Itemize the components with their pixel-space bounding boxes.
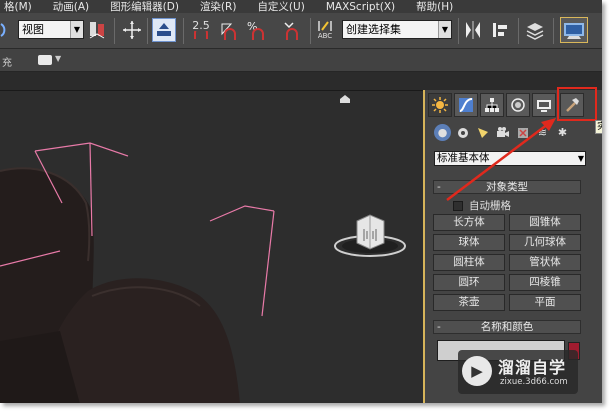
hierarchy-tab[interactable] xyxy=(480,93,504,117)
secondary-toolbar-label: 充 xyxy=(2,58,12,69)
collapse-icon: - xyxy=(437,321,441,333)
perspective-viewport[interactable] xyxy=(0,90,424,403)
snaps-toggle-icon[interactable]: 2.5 xyxy=(187,19,215,41)
secondary-toolbar: 充 ▼ xyxy=(0,49,602,72)
mirror-icon[interactable] xyxy=(462,19,484,41)
menu-bar: 格(M) 动画(A) 图形编辑器(D) 渲染(R) 自定义(U) MAXScri… xyxy=(0,0,602,13)
chevron-down-icon: ▼ xyxy=(438,21,451,38)
chevron-down-icon[interactable]: ▼ xyxy=(55,54,61,63)
menu-rendering[interactable]: 渲染(R) xyxy=(200,1,237,13)
main-toolbar: 视图 ▼ 2.5 % ABC 创建选择集 ▼ xyxy=(0,13,602,49)
systems-gear-icon[interactable]: ✱ xyxy=(554,124,571,141)
toolbar-separator xyxy=(114,18,115,44)
pivot-center-icon[interactable] xyxy=(86,19,108,41)
auto-grid-checkbox[interactable] xyxy=(453,200,463,211)
sphere-button[interactable]: 球体 xyxy=(433,234,505,251)
menu-grid[interactable]: 格(M) xyxy=(4,1,32,13)
name-color-title: 名称和颜色 xyxy=(480,321,534,333)
hierarchy-icon xyxy=(485,98,499,112)
align-icon[interactable] xyxy=(490,19,512,41)
geometry-sphere-icon[interactable]: ● xyxy=(434,124,451,141)
chevron-down-icon: ▼ xyxy=(577,154,584,163)
torus-button[interactable]: 圆环 xyxy=(433,274,505,291)
motion-icon xyxy=(511,98,525,112)
reference-coord-value: 视图 xyxy=(22,23,44,36)
spinner-snap-icon[interactable] xyxy=(280,19,302,41)
named-selection-value: 创建选择集 xyxy=(346,23,401,36)
geosphere-button[interactable]: 几何球体 xyxy=(509,234,581,251)
plane-button[interactable]: 平面 xyxy=(509,294,581,311)
auto-grid-label: 自动栅格 xyxy=(469,200,511,212)
object-type-rollout-header[interactable]: - 对象类型 xyxy=(433,180,581,194)
display-monitor-icon xyxy=(537,100,551,112)
cylinder-button[interactable]: 圆柱体 xyxy=(433,254,505,271)
teapot-button[interactable]: 茶壶 xyxy=(433,294,505,311)
helpers-icon[interactable] xyxy=(514,124,531,141)
highlight-callout-box xyxy=(557,87,597,121)
menu-graph-editors[interactable]: 图形编辑器(D) xyxy=(110,1,179,13)
toolbar-separator xyxy=(310,18,311,44)
cameras-icon[interactable] xyxy=(494,124,511,141)
watermark-url: zixue.3d66.com xyxy=(500,377,568,387)
collapse-icon: - xyxy=(437,181,441,193)
max-window: 格(M) 动画(A) 图形编辑器(D) 渲染(R) 自定义(U) MAXScri… xyxy=(0,0,602,403)
utilities-tooltip: 实 xyxy=(595,120,602,134)
create-tab[interactable] xyxy=(428,93,452,117)
watermark: ▶ 溜溜自学 zixue.3d66.com xyxy=(458,350,578,394)
edit-named-selections-icon[interactable]: ABC xyxy=(314,19,336,41)
keyboard-shortcut-override-icon[interactable] xyxy=(152,18,176,42)
svg-text:%: % xyxy=(247,20,257,33)
auto-grid-option[interactable]: 自动栅格 xyxy=(453,198,511,213)
pyramid-button[interactable]: 四棱锥 xyxy=(509,274,581,291)
toolbar-separator xyxy=(147,18,148,44)
abc-label: ABC xyxy=(317,32,333,40)
tube-button[interactable]: 管状体 xyxy=(509,254,581,271)
lights-icon[interactable] xyxy=(474,124,491,141)
layer-manager-icon[interactable] xyxy=(524,19,546,41)
toolbar-separator xyxy=(458,18,459,44)
reference-coord-select[interactable]: 视图 ▼ xyxy=(18,20,84,39)
menu-maxscript[interactable]: MAXScript(X) xyxy=(326,1,395,13)
object-type-title: 对象类型 xyxy=(486,181,528,193)
modify-tab[interactable] xyxy=(454,93,478,117)
toolbar-separator xyxy=(518,18,519,44)
toolbar-separator xyxy=(553,18,554,44)
spacewarps-icon[interactable]: ≋ xyxy=(534,124,551,141)
chevron-down-icon: ▼ xyxy=(70,21,83,38)
menu-customize[interactable]: 自定义(U) xyxy=(257,1,304,13)
angle-snap-icon[interactable] xyxy=(218,19,240,41)
rotate-tool-icon[interactable] xyxy=(0,19,10,41)
percent-snap-icon[interactable]: % xyxy=(246,19,268,41)
modify-curve-icon xyxy=(459,98,473,112)
select-manipulate-icon[interactable] xyxy=(121,19,143,41)
menu-help[interactable]: 帮助(H) xyxy=(416,1,453,13)
snap-value: 2.5 xyxy=(192,19,210,32)
graphite-ribbon-icon[interactable] xyxy=(560,17,588,43)
box-button[interactable]: 长方体 xyxy=(433,214,505,231)
layer-color-swatch[interactable] xyxy=(38,55,52,65)
display-tab[interactable] xyxy=(532,93,556,117)
toolbar-separator xyxy=(183,18,184,44)
named-selection-sets-select[interactable]: 创建选择集 ▼ xyxy=(342,20,452,39)
sun-icon xyxy=(432,97,448,113)
watermark-name: 溜溜自学 xyxy=(498,358,567,377)
viewport-scene xyxy=(0,95,406,403)
shapes-circle-icon[interactable] xyxy=(454,124,471,141)
watermark-logo-icon: ▶ xyxy=(462,356,492,386)
motion-tab[interactable] xyxy=(506,93,530,117)
name-color-rollout-header[interactable]: - 名称和颜色 xyxy=(433,320,581,334)
menu-animation[interactable]: 动画(A) xyxy=(53,1,89,13)
object-category-value: 标准基本体 xyxy=(437,152,490,164)
cone-button[interactable]: 圆锥体 xyxy=(509,214,581,231)
object-category-select[interactable]: 标准基本体 ▼ xyxy=(434,151,586,166)
